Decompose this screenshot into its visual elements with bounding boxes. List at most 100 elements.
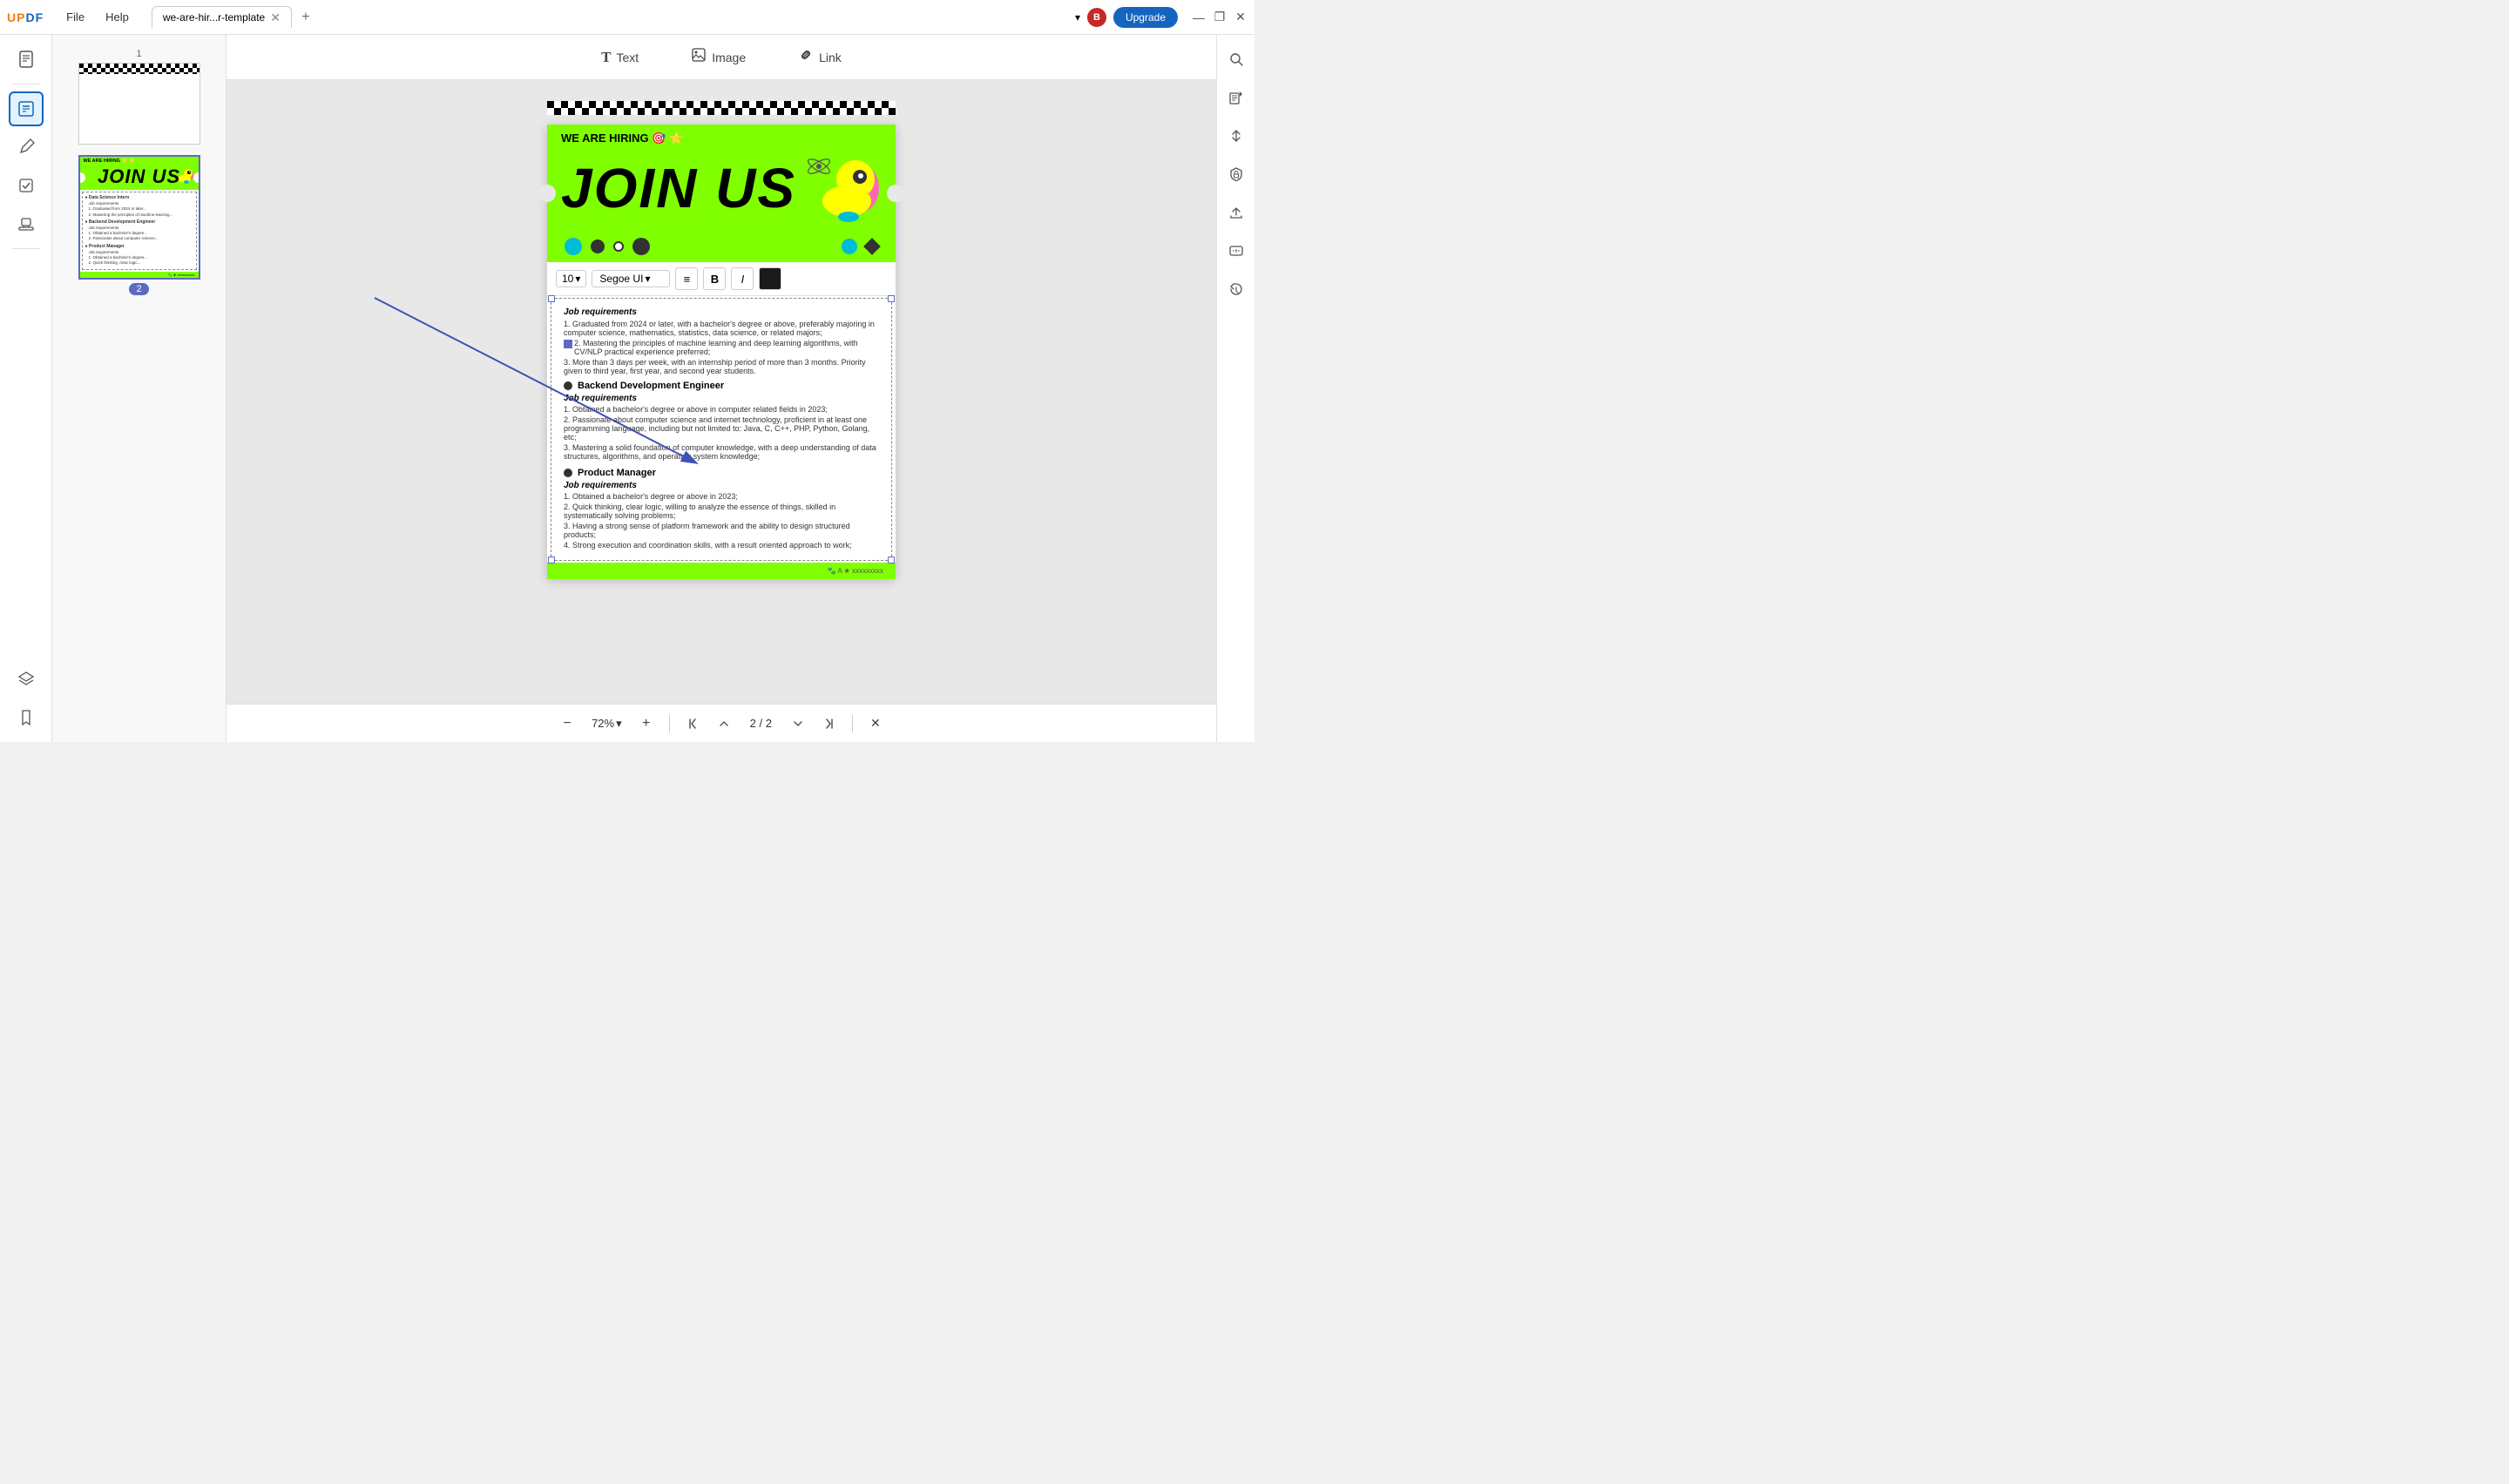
maximize-btn[interactable]: ❐ <box>1213 10 1227 24</box>
font-name-select[interactable]: Segoe UI ▾ <box>592 270 670 287</box>
sidebar-edit-icon[interactable] <box>9 91 44 126</box>
bottom-toolbar: − 72% ▾ + 2 / 2 <box>227 704 1216 742</box>
tab-close-btn[interactable]: ✕ <box>270 11 281 24</box>
last-page-btn[interactable] <box>817 712 842 736</box>
font-name-value: Segoe UI <box>599 273 643 285</box>
sidebar-stamp-icon[interactable] <box>9 206 44 241</box>
right-history-icon[interactable] <box>1219 272 1254 307</box>
handle-tr[interactable] <box>888 295 895 302</box>
nav-divider <box>669 715 670 732</box>
bold-btn[interactable]: B <box>703 267 726 290</box>
font-size-select[interactable]: 10 ▾ <box>556 270 586 287</box>
font-name-dropdown-icon: ▾ <box>645 273 650 285</box>
checker-svg <box>79 64 200 74</box>
prev-page-btn[interactable] <box>712 712 736 736</box>
pm-item-3: 3. Having a strong sense of platform fra… <box>564 522 879 539</box>
text-tool-label: Text <box>617 51 639 64</box>
sidebar-annotation-icon[interactable] <box>9 130 44 165</box>
circle-white <box>613 241 624 252</box>
title-bar: UPDF File Help we-are-hir...r-template ✕… <box>0 0 1254 35</box>
pm-item-4: 4. Strong execution and coordination ski… <box>564 541 879 550</box>
page1-num-label: 1 <box>136 49 141 59</box>
image-tool-label: Image <box>712 51 746 64</box>
align-btn[interactable]: ≡ <box>675 267 698 290</box>
join-us-row: JOIN US <box>547 149 896 238</box>
sidebar-bookmark-icon[interactable] <box>9 700 44 735</box>
pm-item-2: 2. Quick thinking, clear logic, willing … <box>564 503 879 520</box>
next-page-btn[interactable] <box>786 712 810 736</box>
right-ocr-icon[interactable] <box>1219 80 1254 115</box>
tab-title: we-are-hir...r-template <box>163 11 265 24</box>
close-btn[interactable]: ✕ <box>1234 10 1248 24</box>
mascot-svg <box>803 149 882 227</box>
italic-btn[interactable]: I <box>731 267 754 290</box>
content-area: T Text Image <box>227 35 1216 742</box>
left-sidebar <box>0 35 52 742</box>
page-indicator: 2 / 2 <box>743 715 779 732</box>
page-container: WE ARE HIRING 🎯 ⭐ JOIN US <box>547 125 896 579</box>
handle-bl[interactable] <box>548 556 555 563</box>
bullet-backend <box>564 381 572 390</box>
thumbnail-panel: 1 <box>52 35 227 742</box>
zoom-value: 72% <box>592 717 614 730</box>
right-convert-icon[interactable] <box>1219 118 1254 153</box>
tab-add-btn[interactable]: + <box>295 7 316 28</box>
menu-file[interactable]: File <box>57 7 93 27</box>
text-tool-icon: T <box>601 49 611 66</box>
backend-title: Backend Development Engineer <box>564 381 879 391</box>
pm-item-1: 1. Obtained a bachelor's degree or above… <box>564 492 879 501</box>
image-tool-btn[interactable]: Image <box>679 42 758 72</box>
handle-tl[interactable] <box>548 295 555 302</box>
zoom-level-display[interactable]: 72% ▾ <box>586 715 627 732</box>
right-sidebar <box>1216 35 1254 742</box>
handle-br[interactable] <box>888 556 895 563</box>
checker-pattern <box>79 64 200 74</box>
sidebar-layers-icon[interactable] <box>9 662 44 697</box>
color-picker-btn[interactable] <box>759 267 781 290</box>
right-protect-icon[interactable] <box>1219 157 1254 192</box>
right-sign-icon[interactable] <box>1219 233 1254 268</box>
zoom-in-btn[interactable]: + <box>634 712 659 736</box>
mascot-area <box>803 149 882 227</box>
circle-dark <box>591 239 605 253</box>
right-search-icon[interactable] <box>1219 42 1254 77</box>
upgrade-button[interactable]: Upgrade <box>1113 7 1178 28</box>
menu-bar: File Help <box>57 7 138 27</box>
page-footer: 🐾 A ★ xxxxxxxxx <box>547 563 896 579</box>
page1-content <box>79 74 200 144</box>
checker-banner <box>547 101 896 118</box>
backend-item-3: 3. Mastering a solid foundation of compu… <box>564 443 879 461</box>
tab-document[interactable]: we-are-hir...r-template ✕ <box>152 6 292 28</box>
text-content-box[interactable]: Job requirements 1. Graduated from 2024 … <box>551 298 892 561</box>
close-view-btn[interactable]: ✕ <box>863 712 888 736</box>
circle-cyan2 <box>842 239 857 254</box>
zoom-out-btn[interactable]: − <box>555 712 579 736</box>
right-share-icon[interactable] <box>1219 195 1254 230</box>
sidebar-form-icon[interactable] <box>9 168 44 203</box>
thumbnail-page2[interactable]: WE ARE HIRING ⭐ ⭐ JOIN US <box>78 155 200 295</box>
link-tool-btn[interactable]: Link <box>786 42 854 72</box>
backend-item-1: 1. Obtained a bachelor's degree or above… <box>564 405 879 414</box>
minimize-btn[interactable]: — <box>1192 10 1206 24</box>
image-tool-icon <box>691 47 707 67</box>
highlight-mark <box>564 340 572 348</box>
thumbnail-page1[interactable]: 1 <box>78 49 200 145</box>
backend-item-2: 2. Passionate about computer science and… <box>564 415 879 442</box>
first-page-btn[interactable] <box>680 712 705 736</box>
main-layout: 1 <box>0 35 1254 742</box>
dropdown-btn[interactable]: ▾ <box>1075 11 1080 24</box>
page-footer-text: 🐾 A ★ xxxxxxxxx <box>828 567 883 575</box>
sidebar-document-icon[interactable] <box>9 42 44 77</box>
page1-thumb <box>78 63 200 145</box>
font-size-value: 10 <box>562 273 573 285</box>
hiring-header-row: WE ARE HIRING 🎯 ⭐ <box>547 125 896 149</box>
text-content-inner: Job requirements 1. Graduated from 2024 … <box>551 299 891 560</box>
text-tool-btn[interactable]: T Text <box>589 44 651 71</box>
top-toolbar: T Text Image <box>227 35 1216 80</box>
pm-title: Product Manager <box>564 468 879 478</box>
doc-viewer[interactable]: WE ARE HIRING 🎯 ⭐ JOIN US <box>227 80 1216 704</box>
title-bar-right: ▾ B Upgrade — ❐ ✕ <box>1075 7 1248 28</box>
page2-bird <box>169 163 193 190</box>
sidebar-divider-2 <box>12 248 40 249</box>
menu-help[interactable]: Help <box>97 7 138 27</box>
